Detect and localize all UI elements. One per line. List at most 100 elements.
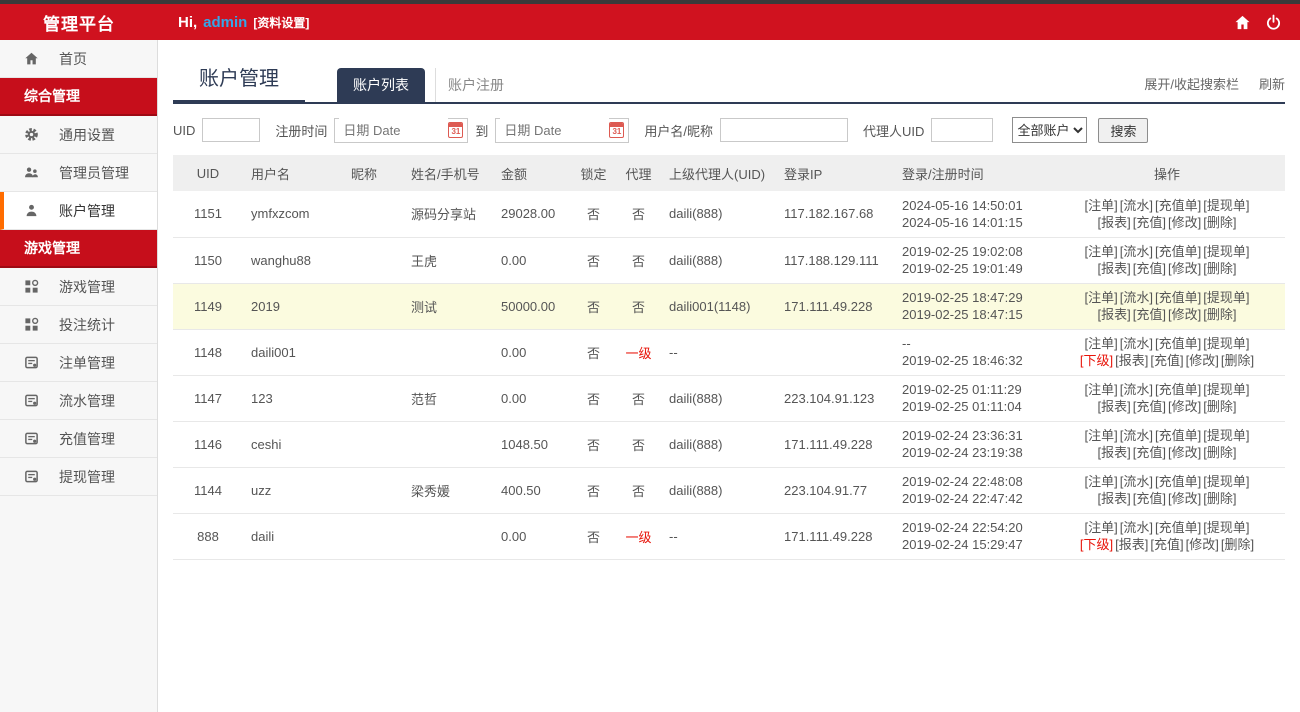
cell-nickname <box>343 191 403 237</box>
action-link[interactable]: [充值] <box>1133 307 1166 322</box>
action-link[interactable]: [报表] <box>1098 399 1131 414</box>
action-link[interactable]: [注单] <box>1085 382 1118 397</box>
date-to-input[interactable] <box>500 118 609 142</box>
action-link[interactable]: [提现单] <box>1203 520 1249 535</box>
action-link[interactable]: [修改] <box>1168 261 1201 276</box>
action-link[interactable]: [删除] <box>1203 261 1236 276</box>
refresh-link[interactable]: 刷新 <box>1259 74 1285 93</box>
action-link[interactable]: [修改] <box>1168 445 1201 460</box>
action-link[interactable]: [删除] <box>1203 399 1236 414</box>
action-link[interactable]: [注单] <box>1085 244 1118 259</box>
action-link[interactable]: [提现单] <box>1203 382 1249 397</box>
action-link[interactable]: [修改] <box>1168 491 1201 506</box>
action-link[interactable]: [注单] <box>1085 198 1118 213</box>
action-link[interactable]: [流水] <box>1120 336 1153 351</box>
sidebar-item-投注统计[interactable]: 投注统计 <box>0 306 157 344</box>
action-link[interactable]: [充值单] <box>1155 336 1201 351</box>
cell-agent: 一级 <box>616 329 661 375</box>
agent-uid-input[interactable] <box>931 118 993 142</box>
profile-settings-link[interactable]: [资料设置] <box>253 14 309 31</box>
action-link[interactable]: [充值] <box>1150 537 1183 552</box>
cell-times: 2024-05-16 14:50:01 2024-05-16 14:01:15 <box>894 191 1049 237</box>
action-link[interactable]: [流水] <box>1120 520 1153 535</box>
sidebar-item-充值管理[interactable]: 充值管理 <box>0 420 157 458</box>
action-link[interactable]: [修改] <box>1168 399 1201 414</box>
calendar-icon[interactable]: 31 <box>609 122 624 138</box>
action-link[interactable]: [充值单] <box>1155 474 1201 489</box>
cell-name <box>403 421 493 467</box>
action-link[interactable]: [充值单] <box>1155 520 1201 535</box>
action-link[interactable]: [提现单] <box>1203 428 1249 443</box>
action-link[interactable]: [充值单] <box>1155 290 1201 305</box>
sidebar-item-游戏管理[interactable]: 游戏管理 <box>0 268 157 306</box>
account-type-select[interactable]: 全部账户 <box>1012 117 1087 143</box>
action-link[interactable]: [提现单] <box>1203 474 1249 489</box>
sidebar-item-通用设置[interactable]: 通用设置 <box>0 116 157 154</box>
tab-account-register[interactable]: 账户注册 <box>435 68 516 102</box>
action-link[interactable]: [流水] <box>1120 244 1153 259</box>
calendar-icon[interactable]: 31 <box>448 122 463 138</box>
action-link[interactable]: [注单] <box>1085 428 1118 443</box>
action-link[interactable]: [报表] <box>1098 491 1131 506</box>
action-link[interactable]: [下级] <box>1080 353 1113 368</box>
action-link[interactable]: [注单] <box>1085 336 1118 351</box>
action-link[interactable]: [下级] <box>1080 537 1113 552</box>
action-link[interactable]: [充值单] <box>1155 244 1201 259</box>
sidebar-item-首页[interactable]: 首页 <box>0 40 157 78</box>
action-link[interactable]: [报表] <box>1115 353 1148 368</box>
register-time: 2019-02-25 18:46:32 <box>902 352 1049 369</box>
action-link[interactable]: [流水] <box>1120 198 1153 213</box>
action-link[interactable]: [删除] <box>1221 537 1254 552</box>
action-link[interactable]: [删除] <box>1203 445 1236 460</box>
action-link[interactable]: [删除] <box>1203 307 1236 322</box>
sidebar-item-账户管理[interactable]: 账户管理 <box>0 192 157 230</box>
action-link[interactable]: [报表] <box>1098 261 1131 276</box>
action-link[interactable]: [充值单] <box>1155 382 1201 397</box>
sidebar-item-管理员管理[interactable]: 管理员管理 <box>0 154 157 192</box>
action-link[interactable]: [提现单] <box>1203 290 1249 305</box>
power-icon[interactable] <box>1265 14 1282 31</box>
action-link[interactable]: [注单] <box>1085 520 1118 535</box>
action-link[interactable]: [流水] <box>1120 474 1153 489</box>
action-link[interactable]: [修改] <box>1186 537 1219 552</box>
action-link[interactable]: [充值] <box>1133 261 1166 276</box>
action-link[interactable]: [充值] <box>1133 399 1166 414</box>
uid-input[interactable] <box>202 118 260 142</box>
cell-nickname <box>343 421 403 467</box>
action-link[interactable]: [流水] <box>1120 290 1153 305</box>
action-link[interactable]: [修改] <box>1186 353 1219 368</box>
action-link[interactable]: [充值] <box>1133 491 1166 506</box>
action-link[interactable]: [报表] <box>1098 215 1131 230</box>
action-link[interactable]: [充值] <box>1133 215 1166 230</box>
sidebar-item-提现管理[interactable]: 提现管理 <box>0 458 157 496</box>
action-link[interactable]: [删除] <box>1221 353 1254 368</box>
action-link[interactable]: [修改] <box>1168 215 1201 230</box>
tab-account-list[interactable]: 账户列表 <box>337 68 425 102</box>
sidebar-item-流水管理[interactable]: 流水管理 <box>0 382 157 420</box>
action-link[interactable]: [充值单] <box>1155 198 1201 213</box>
action-link[interactable]: [报表] <box>1098 307 1131 322</box>
action-link[interactable]: [流水] <box>1120 382 1153 397</box>
username-input[interactable] <box>720 118 848 142</box>
action-link[interactable]: [报表] <box>1115 537 1148 552</box>
action-link[interactable]: [提现单] <box>1203 244 1249 259</box>
cell-actions: [注单][流水][充值单][提现单] [下级][报表][充值][修改][删除] <box>1049 329 1285 375</box>
sidebar-item-注单管理[interactable]: 注单管理 <box>0 344 157 382</box>
action-link[interactable]: [删除] <box>1203 491 1236 506</box>
action-link[interactable]: [删除] <box>1203 215 1236 230</box>
home-icon[interactable] <box>1234 14 1251 31</box>
action-link[interactable]: [提现单] <box>1203 198 1249 213</box>
action-link[interactable]: [修改] <box>1168 307 1201 322</box>
action-link[interactable]: [充值] <box>1133 445 1166 460</box>
action-link[interactable]: [注单] <box>1085 474 1118 489</box>
action-link[interactable]: [提现单] <box>1203 336 1249 351</box>
date-from-input[interactable] <box>339 118 448 142</box>
toggle-search-link[interactable]: 展开/收起搜索栏 <box>1144 74 1239 93</box>
action-link[interactable]: [充值单] <box>1155 428 1201 443</box>
cell-times: 2019-02-25 18:47:29 2019-02-25 18:47:15 <box>894 283 1049 329</box>
action-link[interactable]: [充值] <box>1150 353 1183 368</box>
action-link[interactable]: [报表] <box>1098 445 1131 460</box>
action-link[interactable]: [注单] <box>1085 290 1118 305</box>
action-link[interactable]: [流水] <box>1120 428 1153 443</box>
search-button[interactable]: 搜索 <box>1098 118 1148 143</box>
